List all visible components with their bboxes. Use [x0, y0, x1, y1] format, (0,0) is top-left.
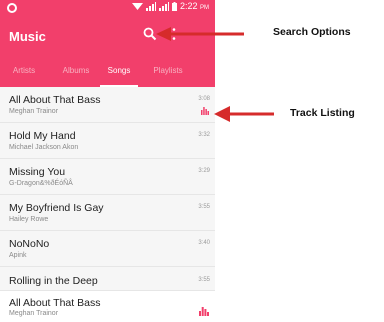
track-row[interactable]: My Boyfriend Is Gay Hailey Rowe 3:55: [0, 195, 215, 231]
equalizer-icon: [201, 107, 209, 115]
phone-screen: 2:22 PM Music Artists Albums Songs Playl…: [0, 0, 215, 322]
track-title: Rolling in the Deep: [9, 275, 98, 287]
signal-icon: [145, 1, 156, 11]
track-row[interactable]: Rolling in the Deep 3:55: [0, 267, 215, 291]
now-playing-artist: Meghan Trainor: [9, 310, 59, 317]
track-artist: Meghan Trainor: [9, 108, 59, 115]
track-artist: Michael Jackson Akon: [9, 144, 79, 151]
track-row[interactable]: All About That Bass Meghan Trainor 3:08: [0, 87, 215, 123]
status-time: 2:22 PM: [179, 1, 209, 11]
tab-artists[interactable]: Artists: [4, 58, 44, 87]
track-row[interactable]: Hold My Hand Michael Jackson Akon 3:32: [0, 123, 215, 159]
track-title: Hold My Hand: [9, 130, 76, 142]
tab-bar: Artists Albums Songs Playlists: [0, 58, 215, 87]
track-title: NoNoNo: [9, 238, 50, 250]
tab-albums[interactable]: Albums: [54, 58, 98, 87]
tab-playlists[interactable]: Playlists: [146, 58, 190, 87]
track-title: Missing You: [9, 166, 66, 178]
status-bar: 2:22 PM: [0, 0, 215, 16]
battery-icon: [171, 1, 177, 11]
screenshot-canvas: 2:22 PM Music Artists Albums Songs Playl…: [0, 0, 384, 322]
track-title: My Boyfriend Is Gay: [9, 202, 104, 214]
track-duration: 3:40: [198, 240, 210, 246]
track-duration: 3:55: [198, 277, 210, 283]
search-options-label: Search Options: [273, 26, 351, 38]
track-duration: 3:29: [198, 168, 210, 174]
tab-songs[interactable]: Songs: [99, 58, 139, 87]
track-duration: 3:32: [198, 132, 210, 138]
signal-icon-2: [158, 1, 169, 11]
equalizer-icon: [199, 307, 209, 316]
search-options-arrow: [156, 27, 244, 41]
app-title: Music: [9, 29, 46, 44]
track-duration: 3:55: [198, 204, 210, 210]
wifi-icon: [131, 2, 143, 10]
track-row[interactable]: Missing You G-Dragon&%ðÉóÑÂ 3:29: [0, 159, 215, 195]
app-bar: 2:22 PM Music Artists Albums Songs Playl…: [0, 0, 215, 87]
now-playing-title: All About That Bass: [9, 297, 101, 309]
track-listing-label: Track Listing: [290, 107, 355, 119]
search-icon[interactable]: [143, 27, 157, 41]
track-artist: Apink: [9, 252, 27, 259]
now-playing-bar[interactable]: All About That Bass Meghan Trainor: [0, 291, 215, 321]
track-listing-arrow: [214, 106, 274, 122]
track-title: All About That Bass: [9, 94, 101, 106]
track-artist: Hailey Rowe: [9, 216, 49, 223]
status-icons: 2:22 PM: [131, 1, 209, 11]
track-artist: G-Dragon&%ðÉóÑÂ: [9, 180, 73, 187]
track-duration: 3:08: [198, 96, 210, 102]
track-row[interactable]: NoNoNo Apink 3:40: [0, 231, 215, 267]
notification-icon: [7, 3, 17, 13]
track-list: All About That Bass Meghan Trainor 3:08 …: [0, 87, 215, 321]
